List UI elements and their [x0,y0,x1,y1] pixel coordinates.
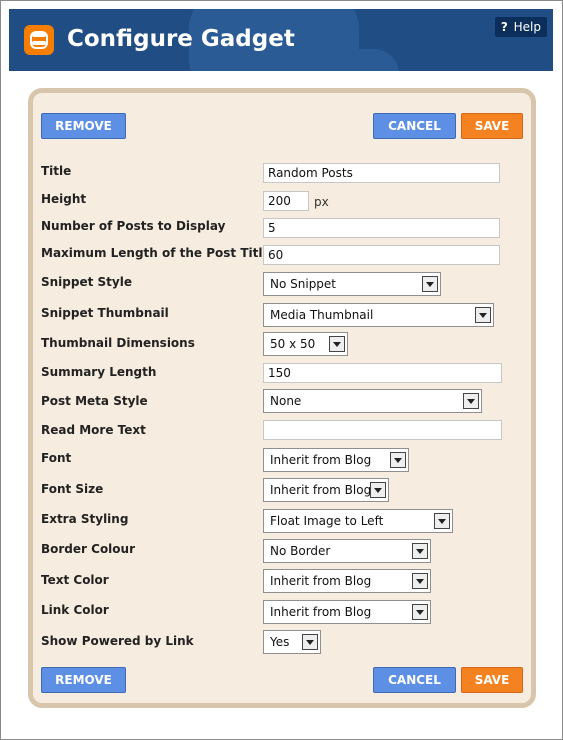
num-posts-input[interactable]: 5 [263,218,500,238]
link-color-select[interactable]: Inherit from Blog [263,600,431,624]
snippet-thumbnail-value: Media Thumbnail [270,308,374,322]
title-input[interactable]: Random Posts [263,163,500,183]
max-title-length-label: Maximum Length of the Post Title [41,246,271,260]
dropdown-arrow-icon[interactable] [422,276,438,292]
snippet-style-value: No Snippet [270,277,337,291]
cancel-button-bottom[interactable]: CANCEL [373,667,456,693]
remove-button-top[interactable]: REMOVE [41,113,126,139]
font-label: Font [41,451,72,465]
dropdown-arrow-icon[interactable] [475,307,491,323]
height-unit: px [314,195,329,209]
thumbnail-dimensions-label: Thumbnail Dimensions [41,336,195,350]
help-button[interactable]: ? Help [494,17,547,37]
dropdown-arrow-icon[interactable] [434,513,450,529]
height-input[interactable]: 200 [263,191,309,211]
post-meta-style-select[interactable]: None [263,389,482,413]
height-label: Height [41,192,87,206]
summary-length-input[interactable]: 150 [263,363,502,383]
dropdown-arrow-icon[interactable] [329,336,345,352]
link-color-value: Inherit from Blog [270,605,372,619]
font-select[interactable]: Inherit from Blog [263,448,409,472]
font-size-value: Inherit from Blog [270,483,372,497]
powered-by-label: Show Powered by Link [41,634,194,648]
blogger-logo-icon [24,25,54,55]
dropdown-arrow-icon[interactable] [463,393,479,409]
snippet-thumbnail-label: Snippet Thumbnail [41,306,169,320]
font-value: Inherit from Blog [270,453,372,467]
page-title: Configure Gadget [67,26,295,52]
save-button-bottom[interactable]: SAVE [461,667,523,693]
font-size-select[interactable]: Inherit from Blog [263,478,389,502]
read-more-text-input[interactable] [263,420,502,440]
extra-styling-value: Float Image to Left [270,514,384,528]
extra-styling-label: Extra Styling [41,512,129,526]
link-color-label: Link Color [41,603,109,617]
header-decoration [309,49,399,71]
help-icon: ? [500,20,508,34]
powered-by-select[interactable]: Yes [263,630,321,654]
header-bar: Configure Gadget ? Help [9,9,553,71]
summary-length-label: Summary Length [41,365,157,379]
text-color-label: Text Color [41,573,109,587]
dropdown-arrow-icon[interactable] [412,573,428,589]
dropdown-arrow-icon[interactable] [390,452,406,468]
border-colour-select[interactable]: No Border [263,539,431,563]
thumbnail-dimensions-value: 50 x 50 [270,337,316,351]
thumbnail-dimensions-select[interactable]: 50 x 50 [263,332,348,356]
snippet-style-label: Snippet Style [41,275,132,289]
post-meta-style-label: Post Meta Style [41,394,148,408]
title-label: Title [41,164,72,178]
num-posts-label: Number of Posts to Display [41,219,226,233]
dropdown-arrow-icon[interactable] [412,543,428,559]
dropdown-arrow-icon[interactable] [370,482,386,498]
cancel-button-top[interactable]: CANCEL [373,113,456,139]
powered-by-value: Yes [270,635,290,649]
border-colour-value: No Border [270,544,331,558]
snippet-style-select[interactable]: No Snippet [263,272,441,296]
font-size-label: Font Size [41,482,104,496]
save-button-top[interactable]: SAVE [461,113,523,139]
dropdown-arrow-icon[interactable] [412,604,428,620]
text-color-value: Inherit from Blog [270,574,372,588]
read-more-text-label: Read More Text [41,423,146,437]
help-label: Help [513,20,541,34]
remove-button-bottom[interactable]: REMOVE [41,667,126,693]
text-color-select[interactable]: Inherit from Blog [263,569,431,593]
post-meta-style-value: None [270,394,302,408]
border-colour-label: Border Colour [41,542,136,556]
snippet-thumbnail-select[interactable]: Media Thumbnail [263,303,494,327]
dropdown-arrow-icon[interactable] [302,634,318,650]
max-title-length-input[interactable]: 60 [263,245,500,265]
extra-styling-select[interactable]: Float Image to Left [263,509,453,533]
